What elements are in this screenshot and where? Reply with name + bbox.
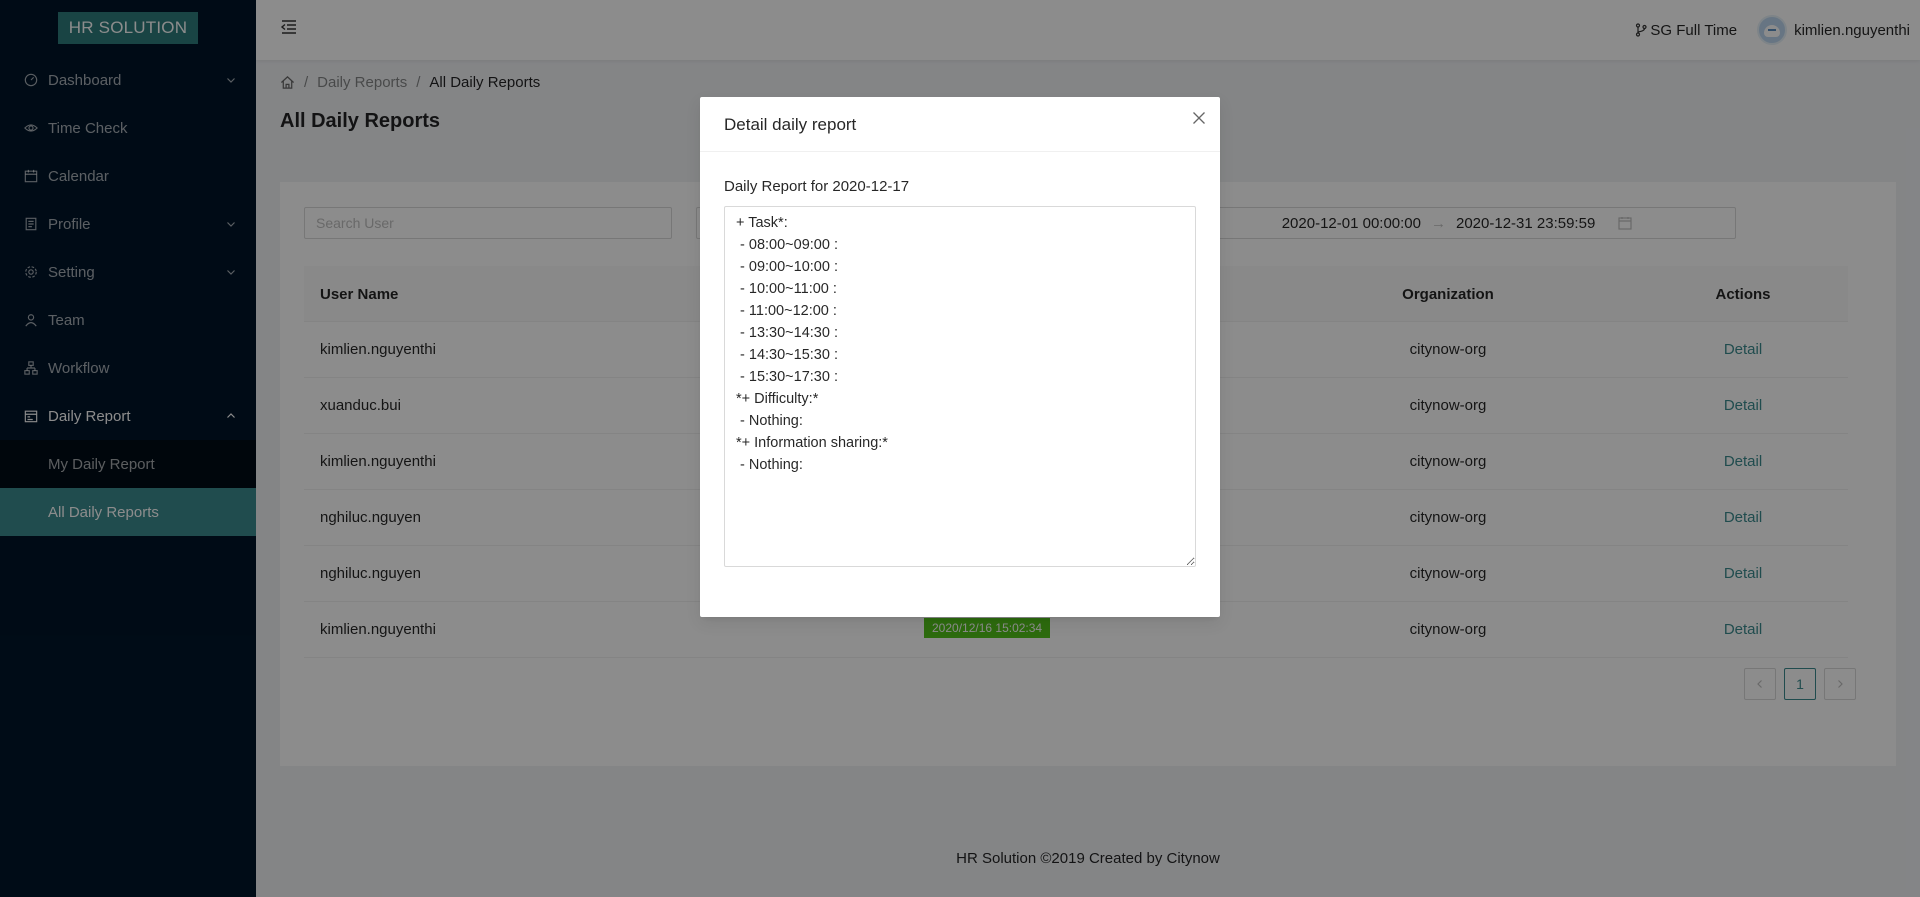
detail-modal: Detail daily report Daily Report for 202… — [700, 97, 1220, 617]
report-content-textarea[interactable]: + Task*: - 08:00~09:00 : - 09:00~10:00 :… — [724, 206, 1196, 567]
report-date-label: Daily Report for 2020-12-17 — [724, 178, 910, 195]
close-button[interactable] — [1188, 107, 1210, 129]
modal-title: Detail daily report — [724, 115, 857, 134]
close-icon — [1193, 112, 1205, 124]
modal-header: Detail daily report — [700, 97, 1220, 152]
